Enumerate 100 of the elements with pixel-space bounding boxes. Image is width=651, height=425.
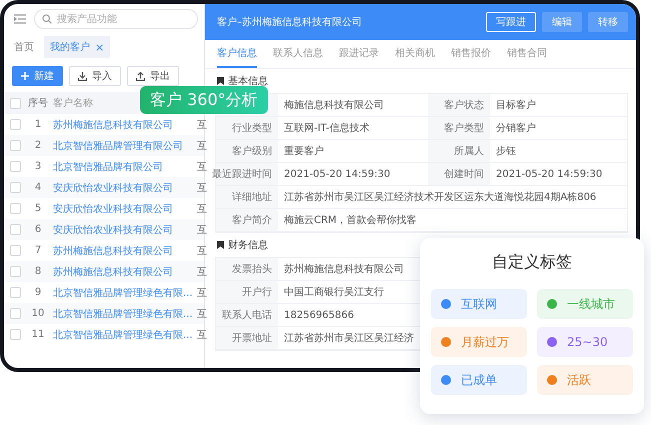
field-label: 客户级别	[216, 140, 278, 163]
field-value: 苏州梅施信息科技有限公司	[278, 258, 416, 281]
row-number: 5	[34, 203, 42, 214]
column-header: 客户名称	[52, 96, 93, 110]
field-label: 创建时间	[428, 163, 490, 186]
detail-title: 客户–苏州梅施信息科技有限公司	[217, 16, 362, 29]
table-cell-text: 互	[197, 286, 207, 300]
table-cell-text: 互	[197, 160, 207, 174]
field-label: 发票抬头	[216, 258, 278, 281]
customer-link[interactable]: 北京智信雅品牌有限公司	[49, 160, 197, 174]
customer-link[interactable]: 北京智信雅品牌管理绿色有限...	[49, 306, 197, 320]
table-cell-text: 互	[197, 328, 207, 342]
field-label: 开户行	[216, 281, 278, 304]
customer-link[interactable]: 苏州梅施信息科技有限公司	[49, 118, 197, 132]
upload-icon	[136, 72, 145, 80]
menu-icon[interactable]	[14, 14, 26, 24]
new-button[interactable]: 新建	[12, 66, 63, 86]
action-button[interactable]: 编辑	[542, 12, 582, 32]
table-cell-text: 互	[197, 202, 207, 216]
field-value: 江苏省苏州市吴江区吴江经济	[278, 327, 416, 350]
table-cell-text: 互	[197, 308, 207, 320]
bookmark-icon	[217, 77, 224, 85]
row-number: 1	[34, 119, 42, 130]
field-value: 目标客户	[490, 94, 627, 117]
download-icon	[78, 72, 87, 80]
tab[interactable]: 跟进记录	[339, 40, 379, 68]
tab[interactable]: 销售合同	[507, 40, 547, 68]
plus-icon	[21, 72, 29, 80]
section-title: 基本信息	[228, 74, 268, 88]
field-label: 客户简介	[216, 209, 278, 232]
tab[interactable]: 相关商机	[395, 40, 435, 68]
row-number: 9	[34, 287, 42, 298]
row-checkbox[interactable]	[10, 182, 21, 193]
import-button[interactable]: 导入	[69, 66, 121, 86]
tab[interactable]: 联系人信息	[273, 40, 323, 68]
section-title: 财务信息	[228, 238, 268, 252]
field-label: 详细地址	[216, 186, 278, 209]
row-checkbox[interactable]	[10, 224, 21, 235]
field-value: 分销客户	[490, 117, 627, 140]
tag: 25~30	[537, 327, 633, 357]
tag: 活跃	[537, 365, 633, 395]
action-button[interactable]: 转移	[588, 12, 628, 32]
table-cell-text: 互	[197, 140, 207, 152]
field-label: 联系人电话	[216, 304, 278, 327]
customer-link[interactable]: 安庆欣怡农业科技有限公司	[49, 180, 197, 194]
table-cell-text: 互	[197, 224, 207, 236]
table-cell-text: 互	[197, 244, 207, 258]
search-field[interactable]: 搜索产品功能	[34, 9, 198, 29]
customer-link[interactable]: 安庆欣怡农业科技有限公司	[49, 202, 197, 216]
feature-badge: 客户 360°分析	[140, 86, 268, 114]
table-cell-text: 互	[197, 118, 207, 132]
row-number: 6	[34, 224, 42, 235]
field-value: 中国工商银行吴江支行	[278, 281, 416, 304]
page-tab[interactable]: 我的客户 ×	[44, 36, 110, 58]
row-checkbox[interactable]	[10, 266, 21, 277]
field-value: 江苏省苏州市吴江区吴江经济技术开发区运东大道海悦花园4期A栋806	[278, 186, 627, 209]
field-label: 客户类型	[428, 117, 490, 140]
tag: 一线城市	[537, 289, 633, 319]
row-number: 11	[30, 329, 46, 340]
row-number: 10	[30, 308, 46, 319]
row-checkbox[interactable]	[10, 119, 21, 130]
row-checkbox[interactable]	[10, 161, 21, 172]
select-all-checkbox[interactable]	[10, 98, 21, 108]
customer-link[interactable]: 北京智信雅品牌管理绿色有限...	[49, 328, 197, 342]
row-number: 8	[34, 266, 42, 277]
tag: 月薪过万	[431, 327, 527, 357]
row-number: 3	[34, 161, 42, 172]
field-label: 客户状态	[428, 94, 490, 117]
tab[interactable]: 销售报价	[451, 40, 491, 68]
row-checkbox[interactable]	[10, 140, 21, 151]
field-value: 18256965866	[278, 304, 416, 327]
export-button[interactable]: 导出	[127, 66, 179, 86]
row-checkbox[interactable]	[10, 245, 21, 256]
customer-link[interactable]: 安庆欣怡农业科技有限公司	[49, 222, 197, 236]
customer-link[interactable]: 苏州梅施信息科技有限公司	[49, 264, 197, 278]
customer-link[interactable]: 苏州梅施信息科技有限公司	[49, 244, 197, 258]
row-number: 2	[34, 140, 42, 151]
table-cell-text: 互	[197, 266, 207, 278]
row-number: 7	[34, 245, 42, 256]
field-value: 2021-05-20 14:59:30	[490, 163, 627, 186]
search-icon	[42, 14, 52, 24]
field-value: 步钰	[490, 140, 627, 163]
row-checkbox[interactable]	[10, 308, 21, 319]
row-number: 4	[34, 182, 42, 193]
row-checkbox[interactable]	[10, 203, 21, 214]
field-value: 梅施云CRM，首款会帮你找客	[278, 209, 627, 232]
row-checkbox[interactable]	[10, 287, 21, 298]
tab[interactable]: 客户信息	[217, 40, 257, 68]
tag: 互联网	[431, 289, 527, 319]
field-label: 行业类型	[216, 117, 278, 140]
follow-up-button[interactable]: 写跟进	[486, 12, 536, 32]
page-tab[interactable]: 首页	[8, 36, 40, 58]
customer-link[interactable]: 北京智信雅品牌管理有限公司	[49, 138, 197, 152]
tag: 已成单	[431, 365, 527, 395]
bookmark-icon	[217, 241, 224, 249]
field-label: 开票地址	[216, 327, 278, 350]
customer-link[interactable]: 北京智信雅品牌管理绿色有限...	[49, 286, 197, 300]
field-label: 所属人	[428, 140, 490, 163]
card-title: 自定义标签	[492, 252, 572, 273]
row-checkbox[interactable]	[10, 329, 21, 340]
